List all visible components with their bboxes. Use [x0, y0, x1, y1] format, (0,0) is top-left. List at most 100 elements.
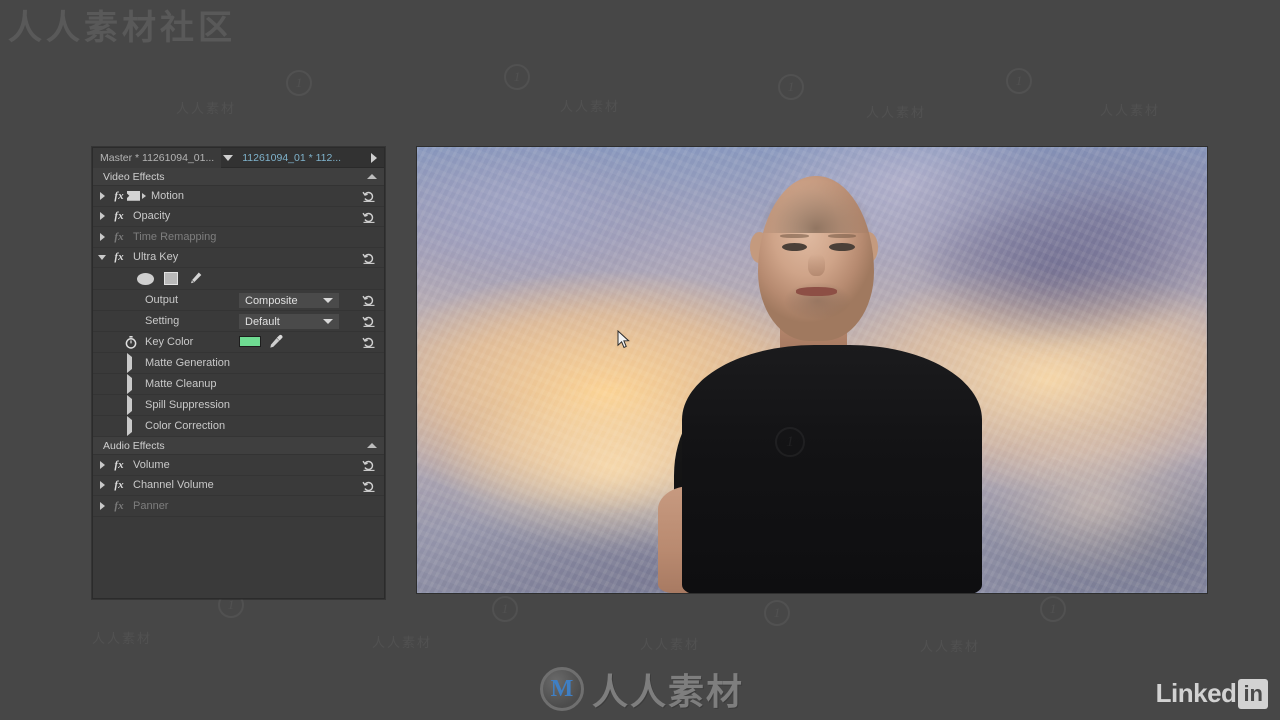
transform-box-icon[interactable] [127, 190, 149, 201]
watermark-circle-icon: 1 [1040, 596, 1066, 622]
watermark-circle-icon: 1 [492, 596, 518, 622]
fx-icon[interactable]: fx [111, 190, 127, 202]
reset-arrow-icon[interactable] [362, 189, 376, 203]
mouth [796, 287, 838, 296]
brand-name: 人人素材 [592, 672, 745, 712]
watermark-circle-icon: 1 [764, 600, 790, 626]
property-label: Key Color [145, 336, 194, 348]
linkedin-in-badge: in [1238, 678, 1268, 709]
fx-icon[interactable]: fx [111, 500, 127, 512]
watermark-small: 人人素材 [640, 637, 701, 652]
effect-row-motion[interactable]: fx Motion [93, 186, 384, 207]
disclosure-triangle-icon[interactable] [93, 232, 111, 241]
effect-controls-panel[interactable]: Master * 11261094_01... 11261094_01 * 11… [92, 147, 385, 599]
section-row-spill-suppression[interactable]: Spill Suppression [93, 395, 384, 416]
reset-arrow-icon[interactable] [362, 479, 376, 493]
disclosure-triangle-icon[interactable] [93, 481, 111, 490]
watermark-circle-icon: 1 [504, 64, 530, 90]
section-row-matte-generation[interactable]: Matte Generation [93, 353, 384, 374]
eyebrow-right [827, 233, 857, 238]
tab-sequence-clip[interactable]: 11261094_01 * 112... [235, 148, 348, 168]
hair [758, 174, 874, 233]
watermark-small: 人人素材 [1100, 103, 1161, 118]
keyed-subject [417, 147, 1207, 593]
disclosure-triangle-icon[interactable] [127, 353, 132, 373]
panel-empty-area [93, 516, 384, 595]
fx-icon[interactable]: fx [111, 231, 127, 243]
arrow-cursor [617, 329, 631, 350]
ellipse-mask-icon[interactable] [137, 272, 154, 285]
effect-row-channel-volume[interactable]: fx Channel Volume [93, 475, 384, 496]
program-monitor[interactable]: 1 1 [417, 147, 1207, 593]
reset-arrow-icon[interactable] [362, 314, 376, 328]
fx-icon[interactable]: fx [111, 459, 127, 471]
fx-icon[interactable]: fx [111, 210, 127, 222]
disclosure-triangle-icon[interactable] [127, 395, 132, 415]
effect-row-opacity[interactable]: fx Opacity [93, 206, 384, 227]
disclosure-triangle-icon[interactable] [93, 212, 111, 221]
property-row-setting[interactable]: Setting Default [93, 311, 384, 332]
chevron-right-icon[interactable] [366, 148, 382, 168]
reset-arrow-icon[interactable] [362, 335, 376, 349]
disclosure-triangle-icon[interactable] [127, 416, 132, 436]
effect-label: Channel Volume [133, 479, 214, 492]
caret-up-icon[interactable] [367, 174, 377, 179]
output-dropdown-value: Composite [245, 294, 298, 307]
linkedin-logo: Linked in [1156, 678, 1268, 709]
section-row-color-correction[interactable]: Color Correction [93, 416, 384, 437]
property-label: Setting [145, 315, 180, 327]
watermark-top-left: 人人素材社区 [8, 10, 236, 47]
disclosure-triangle-icon[interactable] [93, 501, 111, 510]
eye-right [829, 242, 855, 251]
effect-label: Time Remapping [133, 230, 217, 243]
property-row-key-color[interactable]: Key Color [93, 332, 384, 353]
effect-row-ultra-key[interactable]: fx Ultra Key [93, 247, 384, 268]
eyebrow-left [780, 233, 809, 238]
section-label: Spill Suppression [145, 399, 230, 411]
group-header-audio-effects[interactable]: Audio Effects [93, 437, 384, 455]
group-header-video-effects[interactable]: Video Effects [93, 168, 384, 186]
disclosure-triangle-icon[interactable] [93, 460, 111, 469]
section-label: Matte Generation [145, 357, 230, 369]
setting-dropdown[interactable]: Default [239, 314, 339, 329]
disclosure-triangle-icon[interactable] [93, 191, 111, 200]
section-label: Matte Cleanup [145, 378, 217, 390]
effect-label: Volume [133, 458, 170, 471]
effect-row-panner[interactable]: fx Panner [93, 496, 384, 517]
reset-arrow-icon[interactable] [362, 458, 376, 472]
group-title: Video Effects [103, 171, 165, 183]
watermark-small: 人人素材 [176, 101, 237, 116]
beard [777, 276, 858, 321]
fx-icon[interactable]: fx [111, 479, 127, 491]
section-row-matte-cleanup[interactable]: Matte Cleanup [93, 374, 384, 395]
watermark-small: 人人素材 [372, 635, 433, 650]
mask-tool-row[interactable] [93, 268, 384, 290]
linkedin-wordmark: Linked [1155, 678, 1237, 708]
brand-mark-icon: M [540, 667, 584, 711]
group-title: Audio Effects [103, 440, 165, 452]
fx-icon[interactable]: fx [111, 251, 127, 263]
reset-arrow-icon[interactable] [362, 210, 376, 224]
chevron-down-icon[interactable] [221, 148, 235, 168]
property-row-output[interactable]: Output Composite [93, 290, 384, 311]
effect-row-volume[interactable]: fx Volume [93, 455, 384, 476]
rectangle-mask-icon[interactable] [164, 272, 178, 285]
output-dropdown[interactable]: Composite [239, 293, 339, 308]
disclosure-triangle-icon[interactable] [93, 254, 111, 260]
property-label: Output [145, 294, 179, 306]
watermark-small: 人人素材 [920, 639, 981, 654]
reset-arrow-icon[interactable] [362, 251, 376, 265]
key-color-swatch[interactable] [239, 336, 261, 347]
eyedropper-icon[interactable] [268, 333, 284, 349]
effect-row-time-remapping[interactable]: fx Time Remapping [93, 227, 384, 248]
disclosure-triangle-icon[interactable] [127, 374, 132, 394]
nose [808, 254, 826, 277]
caret-up-icon[interactable] [367, 443, 377, 448]
reset-arrow-icon[interactable] [362, 293, 376, 307]
watermark-circle-icon: 1 [778, 74, 804, 100]
stopwatch-icon[interactable] [125, 335, 137, 349]
panel-tab-bar[interactable]: Master * 11261094_01... 11261094_01 * 11… [93, 148, 384, 168]
pen-mask-icon[interactable] [188, 271, 203, 286]
effect-label: Ultra Key [133, 251, 179, 264]
tab-master-clip[interactable]: Master * 11261094_01... [93, 148, 222, 168]
